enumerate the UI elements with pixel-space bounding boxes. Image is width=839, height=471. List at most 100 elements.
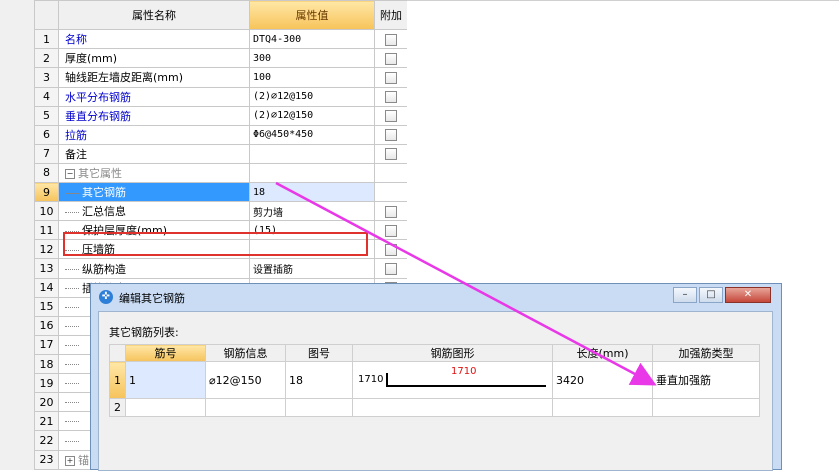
property-name[interactable]: 纵筋构造 [58,258,250,279]
cell-type[interactable] [652,398,760,417]
cell-length[interactable] [552,398,653,417]
extra-cell[interactable] [374,67,408,88]
property-value[interactable]: (2)⌀12@150 [249,105,375,126]
row-number[interactable]: 1 [34,29,59,50]
row-number[interactable]: 19 [34,373,59,394]
cell-shape[interactable]: 1710 1710 [352,361,553,399]
property-name[interactable]: 汇总信息 [58,201,250,222]
extra-checkbox[interactable] [385,52,397,65]
grid-row[interactable]: 4 水平分布钢筋 (2)⌀12@150 [34,86,408,107]
col-length[interactable]: 长度(mm) [552,344,653,362]
extra-checkbox[interactable] [385,110,397,123]
row-number[interactable]: 13 [34,258,59,279]
grid-row[interactable]: 10 汇总信息 剪力墙 [34,201,408,222]
cell-bar-info[interactable]: ⌀12@150 [205,361,286,399]
row-number[interactable]: 2 [109,398,126,417]
property-value[interactable]: (2)⌀12@150 [249,86,375,107]
grid-row[interactable]: 6 拉筋 Φ6@450*450 [34,124,408,145]
extra-checkbox[interactable] [385,129,397,142]
cell-bar-no[interactable]: 1 [125,361,206,399]
property-name[interactable]: 垂直分布钢筋 [58,105,250,126]
grid-row[interactable]: 2 厚度(mm) 300 [34,48,408,69]
row-number[interactable]: 23 [34,449,59,471]
extra-cell[interactable] [374,220,408,241]
property-name[interactable]: 水平分布钢筋 [58,86,250,107]
row-number[interactable]: 16 [34,315,59,336]
extra-cell[interactable] [374,201,408,222]
col-bar-info[interactable]: 钢筋信息 [205,344,286,362]
property-name[interactable]: 名称 [58,29,250,50]
header-extra[interactable]: 附加 [374,0,408,31]
row-number[interactable]: 1 [109,361,126,399]
row-number[interactable]: 21 [34,411,59,432]
row-number[interactable]: 15 [34,296,59,317]
row-number[interactable]: 9 [34,182,59,203]
row-number[interactable]: 22 [34,430,59,451]
cell-figure-no[interactable] [285,398,353,417]
row-number[interactable]: 7 [34,143,59,164]
row-number[interactable]: 6 [34,124,59,145]
extra-checkbox[interactable] [385,205,397,218]
extra-checkbox[interactable] [385,71,397,84]
property-name[interactable]: 拉筋 [58,124,250,145]
row-number[interactable]: 17 [34,334,59,356]
cell-figure-no[interactable]: 18 [285,361,353,399]
grid-row[interactable]: 7 备注 [34,143,408,164]
extra-checkbox[interactable] [385,263,397,276]
row-number[interactable]: 8 [34,162,59,184]
cell-length[interactable]: 3420 [552,361,653,399]
property-value[interactable]: 100 [249,67,375,88]
property-value[interactable]: Φ6@450*450 [249,124,375,145]
grid-row[interactable]: 1 名称 DTQ4-300 [34,29,408,50]
extra-cell[interactable] [374,86,408,107]
extra-cell[interactable] [374,258,408,279]
grid-row[interactable]: 13 纵筋构造 设置插筋 [34,258,408,279]
extra-checkbox[interactable] [385,148,397,161]
cell-bar-no[interactable] [125,398,206,417]
property-name[interactable]: 其它钢筋 [58,182,250,203]
row-number[interactable]: 5 [34,105,59,126]
property-value[interactable] [249,162,375,184]
grid-row[interactable]: 5 垂直分布钢筋 (2)⌀12@150 [34,105,408,126]
extra-checkbox[interactable] [385,33,397,46]
minimize-button[interactable]: – [673,287,697,303]
table-row[interactable]: 1 1 ⌀12@150 18 1710 1710 3420 垂直加强筋 [109,361,760,399]
property-name[interactable]: − 其它属性 [58,162,250,184]
row-number[interactable]: 20 [34,392,59,413]
col-bar-no[interactable]: 筋号 [125,344,206,362]
extra-cell[interactable] [374,124,408,145]
property-name[interactable]: 轴线距左墙皮距离(mm) [58,67,250,88]
header-name[interactable]: 属性名称 [58,0,250,31]
property-value[interactable]: 18 [249,182,375,203]
collapse-icon[interactable]: − [65,168,75,179]
property-name[interactable]: 备注 [58,143,250,164]
col-shape[interactable]: 钢筋图形 [352,344,553,362]
row-number[interactable]: 11 [34,220,59,241]
col-figure-no[interactable]: 图号 [285,344,353,362]
extra-cell[interactable] [374,48,408,69]
close-button[interactable]: ✕ [725,287,771,303]
property-value[interactable]: DTQ4-300 [249,29,375,50]
table-row[interactable]: 2 [109,398,760,417]
property-value[interactable]: 设置插筋 [249,258,375,279]
property-value[interactable] [249,143,375,164]
dialog-titlebar[interactable]: ✜ 编辑其它钢筋 – □ ✕ [91,284,781,310]
col-type[interactable]: 加强筋类型 [652,344,760,362]
maximize-button[interactable]: □ [699,287,723,303]
extra-cell[interactable] [374,143,408,164]
grid-row[interactable]: 3 轴线距左墙皮距离(mm) 100 [34,67,408,88]
property-value[interactable]: 剪力墙 [249,201,375,222]
extra-cell[interactable] [374,29,408,50]
header-value[interactable]: 属性值 [249,0,375,31]
expand-icon[interactable]: + [65,455,75,466]
row-number[interactable]: 3 [34,67,59,88]
cell-type[interactable]: 垂直加强筋 [652,361,760,399]
extra-cell[interactable] [374,239,408,260]
extra-checkbox[interactable] [385,243,397,256]
extra-cell[interactable] [374,105,408,126]
row-number[interactable]: 4 [34,86,59,107]
grid-row[interactable]: 9 其它钢筋 18 [34,182,408,203]
row-number[interactable]: 14 [34,277,59,298]
extra-checkbox[interactable] [385,224,397,237]
row-number[interactable]: 2 [34,48,59,69]
